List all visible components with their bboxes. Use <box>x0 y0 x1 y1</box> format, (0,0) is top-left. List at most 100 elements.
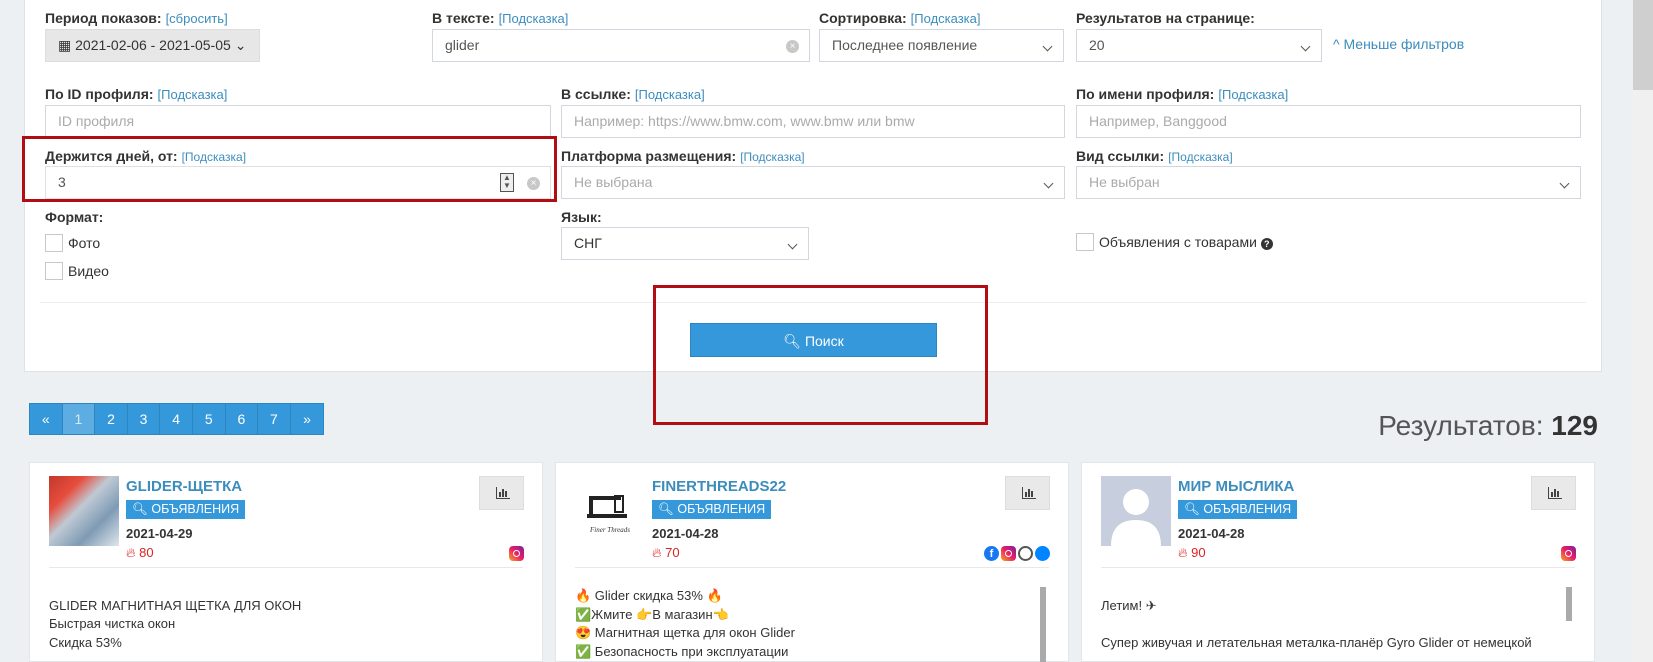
platform-select[interactable]: Не выбрана <box>561 166 1065 199</box>
per-page-select[interactable]: 20 <box>1076 29 1322 62</box>
divider <box>575 567 1049 568</box>
ads-badge-button[interactable]: 🔍︎ ОБЪЯВЛЕНИЯ <box>1178 500 1298 519</box>
format-label: Формат: <box>45 209 104 225</box>
ad-line: Супер живучая и летательная металка-план… <box>1101 634 1532 650</box>
instagram-icon <box>1001 546 1016 561</box>
ad-line: Быстрая чистка окон <box>49 616 176 631</box>
period-label: Период показов: [сбросить] <box>45 10 228 26</box>
default-avatar-icon <box>1111 489 1161 546</box>
profile-id-input[interactable]: ID профиля <box>45 105 551 138</box>
page-6[interactable]: 6 <box>225 404 259 434</box>
page-1[interactable]: 1 <box>62 404 96 434</box>
avatar[interactable]: Finer Threads <box>575 476 645 546</box>
ad-line: Скидка 53% <box>49 634 122 650</box>
card-date: 2021-04-28 <box>1178 526 1245 541</box>
ad-text: Летим! ✈ Супер живучая и летательная мет… <box>1101 578 1532 652</box>
svg-text:Finer Threads: Finer Threads <box>589 526 630 534</box>
chevron-up-icon: ^ <box>1333 36 1340 52</box>
link-hint-link[interactable]: [Подсказка] <box>635 87 705 102</box>
avatar[interactable] <box>1101 476 1171 546</box>
ads-badge-button[interactable]: 🔍︎ ОБЪЯВЛЕНИЯ <box>126 500 246 519</box>
stats-button[interactable] <box>1005 476 1050 510</box>
bar-chart-icon <box>496 487 510 499</box>
ad-line: 😍 Магнитная щетка для окон Glider <box>575 625 795 640</box>
platform-label: Платформа размещения: [Подсказка] <box>561 148 805 164</box>
page-7[interactable]: 7 <box>258 404 291 434</box>
page-3[interactable]: 3 <box>127 404 161 434</box>
format-photo-checkbox[interactable] <box>45 234 63 252</box>
clear-icon[interactable]: × <box>786 40 799 53</box>
profile-id-label: По ID профиля: [Подсказка] <box>45 86 228 102</box>
chevron-down-icon <box>1559 178 1570 189</box>
format-video-label: Видео <box>68 263 109 279</box>
text-search-input[interactable]: glider × <box>432 29 810 62</box>
page-next[interactable]: » <box>290 404 324 434</box>
stats-button[interactable] <box>1531 476 1576 510</box>
profile-name-link[interactable]: GLIDER-ЩЕТКА <box>126 478 242 495</box>
link-input[interactable]: Например: https://www.bmw.com, www.bmw и… <box>561 105 1065 138</box>
link-type-hint-link[interactable]: [Подсказка] <box>1168 150 1232 164</box>
link-label: В ссылке: [Подсказка] <box>561 86 705 102</box>
format-photo-label: Фото <box>68 235 101 251</box>
facebook-icon: f <box>984 546 999 561</box>
page-prev[interactable]: « <box>30 404 63 434</box>
ad-line <box>49 578 301 597</box>
help-icon[interactable]: ? <box>1260 238 1273 250</box>
social-icons <box>509 546 524 561</box>
profile-name-link[interactable]: МИР МЫСЛИКА <box>1178 478 1294 495</box>
bar-chart-icon <box>1022 487 1036 499</box>
text-scrollbar[interactable] <box>1040 587 1046 662</box>
ads-badge-button[interactable]: 🔍︎ ОБЪЯВЛЕНИЯ <box>652 500 772 519</box>
sewing-machine-logo: Finer Threads <box>587 495 630 534</box>
with-products-label: Объявления с товарами ? <box>1099 234 1273 250</box>
text-hint-link[interactable]: [Подсказка] <box>499 11 569 26</box>
audience-network-icon <box>1018 546 1033 561</box>
highlight-box <box>653 285 988 425</box>
chevron-down-icon: ⌄ <box>234 37 247 53</box>
chevron-down-icon <box>1043 178 1054 189</box>
platform-hint-link[interactable]: [Подсказка] <box>740 150 804 164</box>
avatar[interactable] <box>49 476 119 546</box>
less-filters-link[interactable]: ^ Меньше фильтров <box>1333 36 1464 52</box>
divider <box>49 567 523 568</box>
language-select[interactable]: СНГ <box>561 227 809 260</box>
page-scrollbar-thumb[interactable] <box>1633 0 1653 90</box>
format-video-checkbox[interactable] <box>45 262 63 280</box>
period-picker[interactable]: ▦ 2021-02-06 - 2021-05-05 ⌄ <box>45 29 260 62</box>
with-products-checkbox[interactable] <box>1076 233 1094 251</box>
sort-select[interactable]: Последнее появление <box>819 29 1064 62</box>
social-icons <box>1561 546 1576 561</box>
ad-card: GLIDER-ЩЕТКА 🔍︎ ОБЪЯВЛЕНИЯ 2021-04-29 🔥︎… <box>29 462 543 662</box>
search-icon: 🔍︎ <box>132 502 148 516</box>
ad-line <box>1101 578 1532 597</box>
ad-line: ✅ Безопасность при эксплуатации <box>575 643 789 659</box>
per-page-label: Результатов на странице: <box>1076 10 1255 26</box>
page-5[interactable]: 5 <box>192 404 226 434</box>
ad-card: МИР МЫСЛИКА 🔍︎ ОБЪЯВЛЕНИЯ 2021-04-28 🔥︎ … <box>1081 462 1595 662</box>
text-label: В тексте: [Подсказка] <box>432 10 569 26</box>
divider <box>1101 567 1575 568</box>
fire-icon: 🔥︎ <box>1178 545 1188 560</box>
page-2[interactable]: 2 <box>95 404 128 434</box>
highlight-box <box>22 136 557 202</box>
text-scrollbar[interactable] <box>1566 587 1572 621</box>
sort-hint-link[interactable]: [Подсказка] <box>911 11 981 26</box>
calendar-icon: ▦ <box>58 37 72 53</box>
search-icon: 🔍︎ <box>1184 502 1200 516</box>
profile-name-link[interactable]: FINERTHREADS22 <box>652 478 786 495</box>
card-date: 2021-04-28 <box>652 526 719 541</box>
profile-name-input[interactable]: Например, Banggood <box>1076 105 1581 138</box>
fire-icon: 🔥︎ <box>652 545 662 560</box>
period-reset-link[interactable]: [сбросить] <box>166 11 228 26</box>
stats-button[interactable] <box>479 476 524 510</box>
fire-count: 🔥︎ 80 <box>126 545 154 560</box>
profile-id-hint-link[interactable]: [Подсказка] <box>158 87 228 102</box>
page-4[interactable]: 4 <box>160 404 193 434</box>
profile-name-hint-link[interactable]: [Подсказка] <box>1218 87 1288 102</box>
page-scrollbar[interactable] <box>1633 0 1653 662</box>
ad-text: GLIDER МАГНИТНАЯ ЩЕТКА ДЛЯ ОКОН Быстрая … <box>49 578 301 652</box>
link-type-select[interactable]: Не выбран <box>1076 166 1581 199</box>
sort-label: Сортировка: [Подсказка] <box>819 10 981 26</box>
bar-chart-icon <box>1548 487 1562 499</box>
instagram-icon <box>1561 546 1576 561</box>
